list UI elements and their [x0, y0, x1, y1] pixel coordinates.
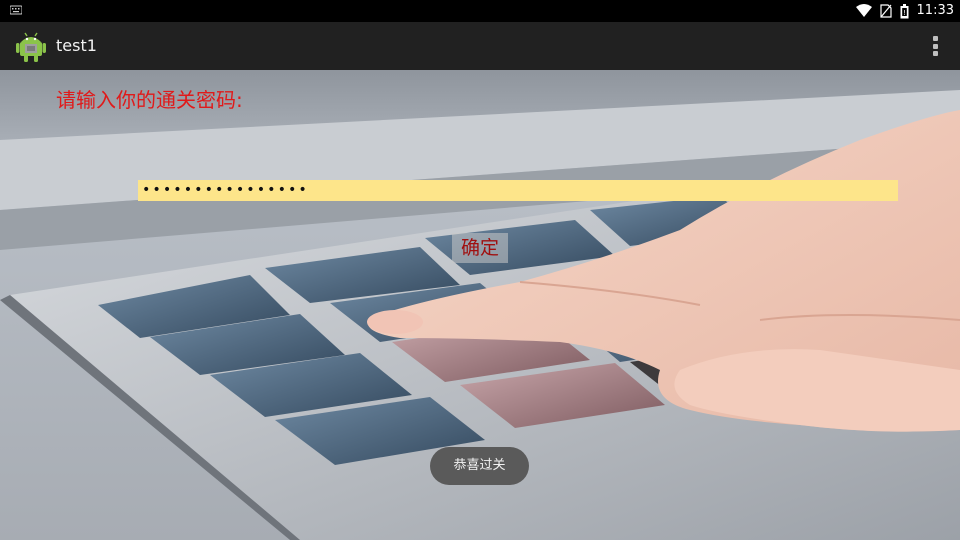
- keyboard-icon: [10, 5, 22, 15]
- app-screen: ! 11:33 test1 请输入你的通关密码: •••••••••••••••…: [0, 0, 960, 540]
- password-prompt-label: 请输入你的通关密码:: [56, 88, 243, 112]
- status-icons: ! 11:33: [855, 2, 954, 20]
- status-bar: ! 11:33: [0, 0, 960, 22]
- status-time: 11:33: [916, 3, 954, 18]
- android-icon: [16, 32, 46, 62]
- action-bar: test1: [0, 22, 960, 70]
- more-vert-icon[interactable]: [932, 36, 938, 56]
- menu-dot: [932, 36, 938, 41]
- app-title: test1: [56, 36, 97, 55]
- password-field[interactable]: [138, 180, 898, 201]
- svg-text:!: !: [903, 9, 906, 17]
- menu-dot: [932, 43, 938, 49]
- battery-icon: !: [900, 3, 909, 18]
- no-sim-icon: [879, 4, 892, 18]
- wifi-icon: [855, 4, 872, 17]
- menu-dot: [932, 51, 938, 56]
- toast-message: 恭喜过关: [430, 447, 529, 485]
- confirm-button[interactable]: 确定: [452, 233, 508, 263]
